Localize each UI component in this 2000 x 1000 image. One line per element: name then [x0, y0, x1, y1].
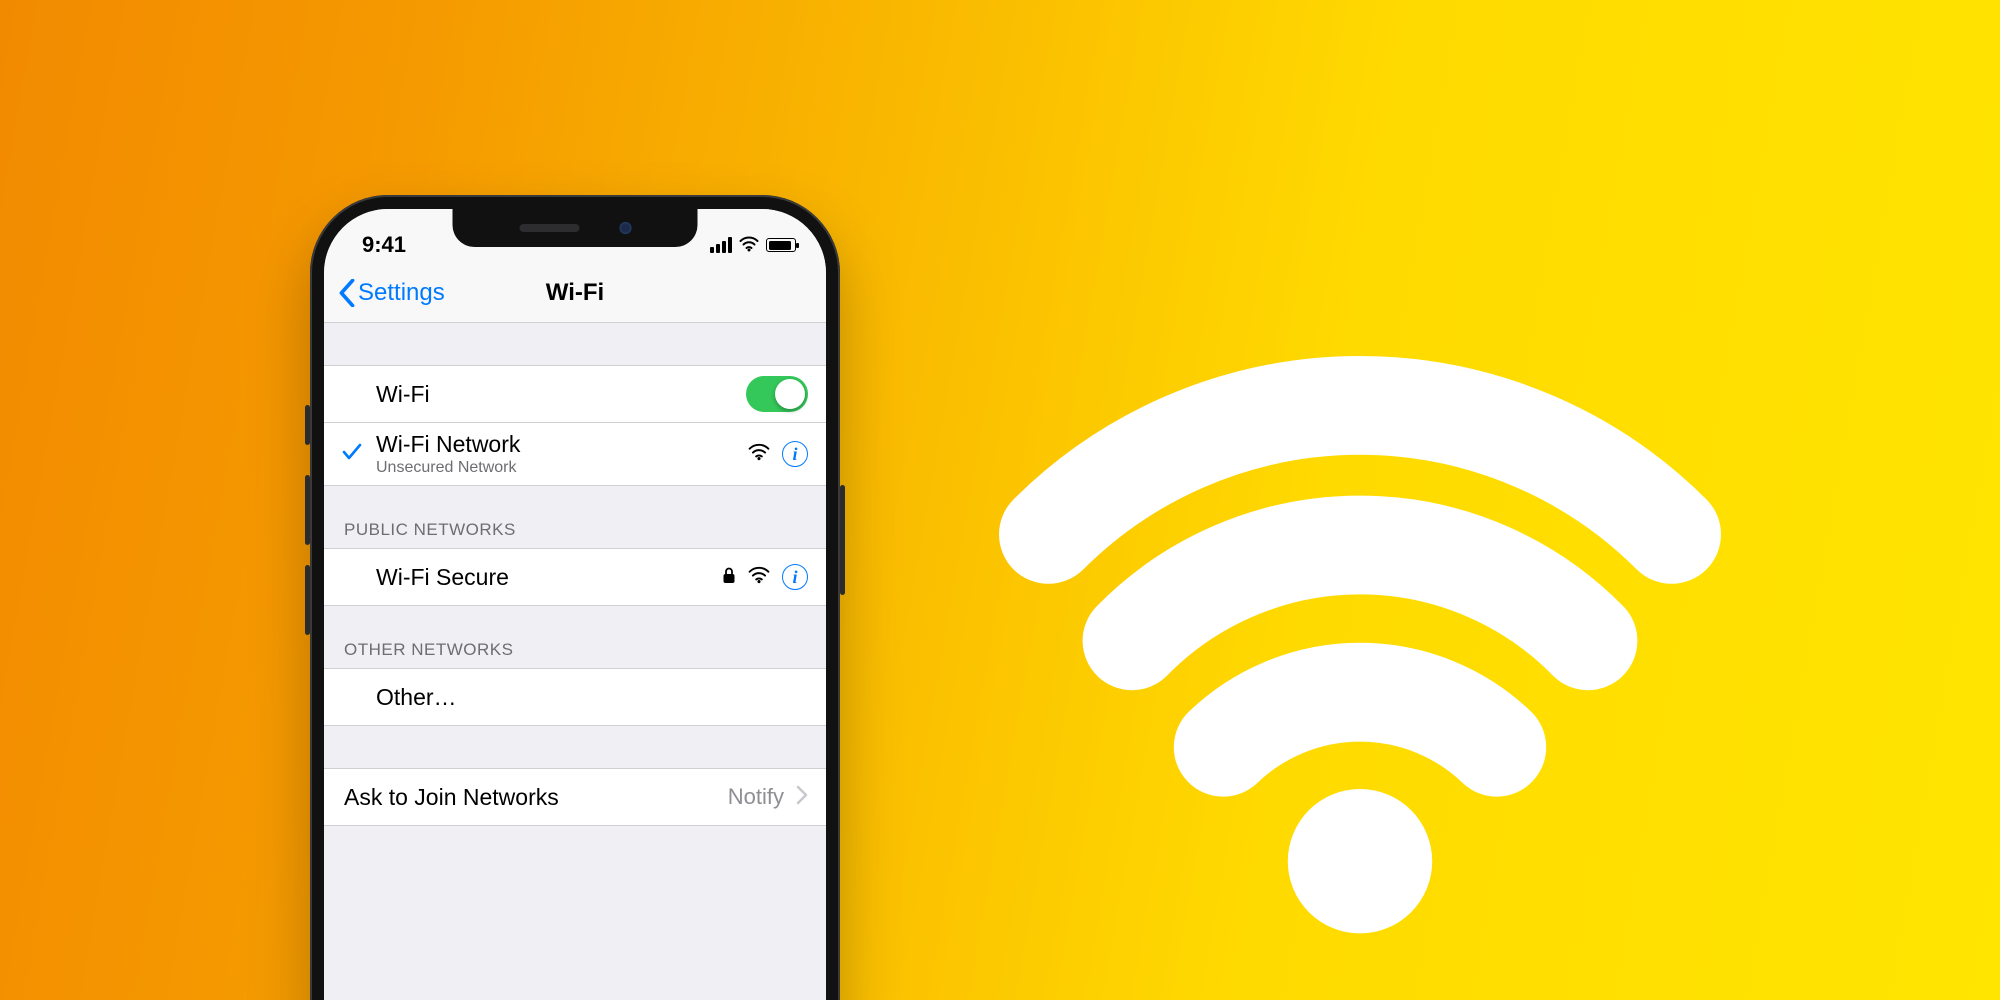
other-network-row[interactable]: Other…: [324, 668, 826, 726]
status-time: 9:41: [362, 232, 406, 258]
ask-to-join-label: Ask to Join Networks: [344, 784, 559, 811]
current-network-name: Wi-Fi Network: [376, 431, 520, 458]
info-button[interactable]: i: [782, 441, 808, 467]
wifi-hero-icon: [980, 200, 1740, 960]
wifi-status-icon: [739, 232, 759, 258]
checkmark-icon: [342, 443, 362, 466]
wifi-signal-icon: [748, 443, 770, 466]
wifi-signal-icon: [748, 566, 770, 589]
other-network-label: Other…: [376, 684, 457, 711]
ask-to-join-value: Notify: [728, 784, 784, 810]
info-button[interactable]: i: [782, 564, 808, 590]
wifi-toggle-label: Wi-Fi: [376, 381, 430, 408]
section-header-other: OTHER NETWORKS: [324, 606, 826, 668]
screen: 9:41 Settings Wi-Fi: [324, 209, 826, 1000]
public-network-row[interactable]: Wi-Fi Secure i: [324, 548, 826, 606]
cellular-signal-icon: [710, 237, 732, 253]
lock-icon: [722, 566, 736, 589]
iphone-frame: 9:41 Settings Wi-Fi: [310, 195, 840, 1000]
ask-to-join-row[interactable]: Ask to Join Networks Notify: [324, 768, 826, 826]
chevron-right-icon: [796, 785, 808, 810]
nav-bar: Settings Wi-Fi: [324, 263, 826, 323]
public-network-name: Wi-Fi Secure: [376, 564, 509, 591]
wifi-toggle-switch[interactable]: [746, 376, 808, 412]
section-header-public: PUBLIC NETWORKS: [324, 486, 826, 548]
current-network-row[interactable]: Wi-Fi Network Unsecured Network i: [324, 423, 826, 486]
page-title: Wi-Fi: [324, 279, 826, 307]
notch: [453, 209, 698, 247]
wifi-toggle-row[interactable]: Wi-Fi: [324, 365, 826, 423]
current-network-subtitle: Unsecured Network: [376, 459, 520, 477]
battery-icon: [766, 238, 796, 252]
